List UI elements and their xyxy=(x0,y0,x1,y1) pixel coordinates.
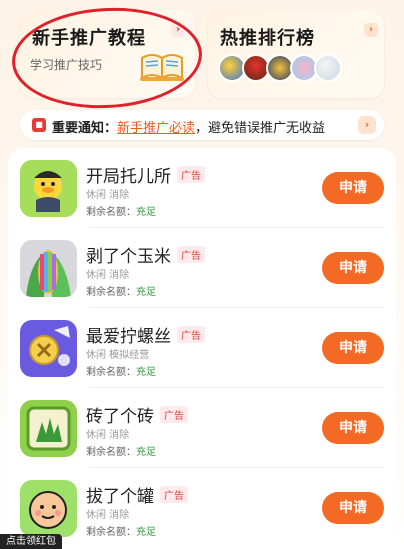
ad-badge: 广告 xyxy=(177,326,205,343)
quota: 剩余名额：充足 xyxy=(86,207,156,218)
quota: 剩余名额：充足 xyxy=(86,367,156,378)
notice-message: ，避免错误推广无收益 xyxy=(195,121,326,136)
game-list: 开局托儿所 广告 休闲 消除 剩余名额：充足 申请 剥了个玉米 广告 休闲 消除 剩… xyxy=(8,148,396,549)
book-icon xyxy=(140,54,184,81)
top-cards: 新手推广教程 › 学习推广技巧 热推排行榜 › xyxy=(9,3,386,113)
notice-text: 重要通知：新手推广必读，避免错误推广无收益 xyxy=(52,117,325,136)
apply-button[interactable]: 申请 xyxy=(322,412,384,444)
game-name: 开局托儿所 广告 xyxy=(86,162,205,187)
game-tags: 休闲 消除 xyxy=(86,430,130,441)
game-name: 砖了个砖 广告 xyxy=(86,402,188,427)
game-tags: 休闲 消除 xyxy=(86,510,130,521)
notice-link[interactable]: 新手推广必读 xyxy=(117,121,195,136)
apply-button[interactable]: 申请 xyxy=(322,172,384,204)
quota: 剩余名额：充足 xyxy=(86,527,156,538)
ranking-card[interactable]: 热推排行榜 › xyxy=(208,10,384,98)
quota: 剩余名额：充足 xyxy=(86,287,156,298)
chevron-right-icon: › xyxy=(364,23,378,37)
game-name: 最爱拧螺丝 广告 xyxy=(86,322,205,347)
apply-button[interactable]: 申请 xyxy=(322,492,384,524)
corn-icon xyxy=(20,240,77,297)
face-icon xyxy=(20,480,77,537)
quota: 剩余名额：充足 xyxy=(86,447,156,458)
notice-icon: ■ xyxy=(32,118,46,132)
game-avatar xyxy=(314,54,342,82)
game-name: 拔了个罐 广告 xyxy=(86,482,188,507)
list-item[interactable]: 砖了个砖 广告 休闲 消除 剩余名额：充足 申请 xyxy=(8,388,396,468)
ad-badge: 广告 xyxy=(160,406,188,423)
ad-badge: 广告 xyxy=(177,166,205,183)
notice-bar[interactable]: ■ 重要通知：新手推广必读，避免错误推广无收益 › xyxy=(20,110,384,140)
game-name: 剥了个玉米 广告 xyxy=(86,242,205,267)
ad-badge: 广告 xyxy=(160,486,188,503)
apply-button[interactable]: 申请 xyxy=(322,332,384,364)
list-item[interactable]: 开局托儿所 广告 休闲 消除 剩余名额：充足 申请 xyxy=(8,148,396,228)
chevron-right-icon[interactable]: › xyxy=(358,116,376,134)
list-item[interactable]: 最爱拧螺丝 广告 休闲 模拟经营 剩余名额：充足 申请 xyxy=(8,308,396,388)
screw-icon xyxy=(20,320,77,377)
list-item[interactable]: 剥了个玉米 广告 休闲 消除 剩余名额：充足 申请 xyxy=(8,228,396,308)
red-packet-toast[interactable]: 点击领红包 xyxy=(0,534,62,549)
game-tags: 休闲 消除 xyxy=(86,270,130,281)
ad-badge: 广告 xyxy=(177,246,205,263)
game-tags: 休闲 消除 xyxy=(86,190,130,201)
chevron-right-icon: › xyxy=(171,23,185,37)
tile-icon xyxy=(20,400,77,457)
tutorial-title: 新手推广教程 xyxy=(32,28,146,49)
game-tags: 休闲 模拟经营 xyxy=(86,350,150,361)
notice-label: 重要通知： xyxy=(52,121,118,136)
duck-icon xyxy=(20,160,77,217)
tutorial-card[interactable]: 新手推广教程 › 学习推广技巧 xyxy=(9,3,205,113)
tutorial-subtitle: 学习推广技巧 xyxy=(30,58,103,72)
list-item[interactable]: 拔了个罐 广告 休闲 消除 剩余名额：充足 申请 xyxy=(8,468,396,548)
ranking-title: 热推排行榜 xyxy=(220,28,315,49)
apply-button[interactable]: 申请 xyxy=(322,252,384,284)
